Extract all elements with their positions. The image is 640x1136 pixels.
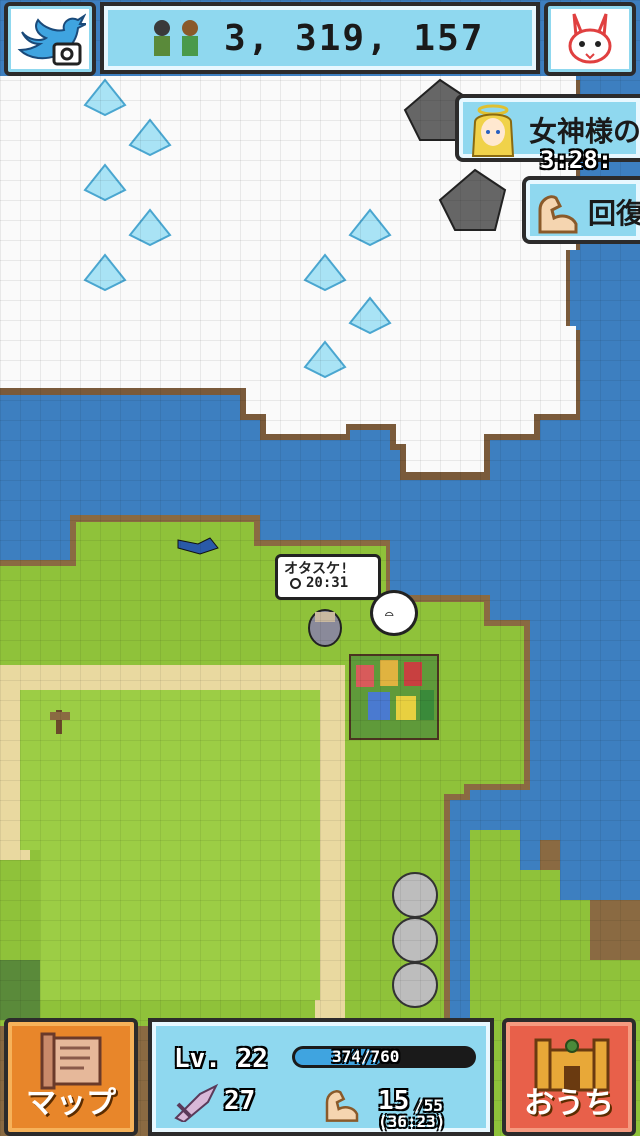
map-button-label: マップ — [26, 1086, 116, 1121]
camera-share-button[interactable] — [4, 2, 96, 76]
rabbit-face-icon — [568, 13, 612, 64]
recover-banner[interactable]: 回復 — [522, 176, 640, 244]
player-status-panel: Lv. 22 374/760 27 15 /55 (36:23) — [148, 1018, 494, 1136]
party-members-icon — [154, 20, 198, 56]
smile-face-icon: ⌓ — [385, 607, 394, 623]
map-button[interactable]: マップ — [4, 1018, 138, 1136]
stamina-arm-icon — [325, 1090, 359, 1122]
gold-counter-bar: 3, 319, 157 — [100, 2, 540, 74]
town-face-bubble[interactable]: ⌓ — [370, 590, 418, 636]
goddess-banner-label: 女神様の — [529, 115, 640, 148]
home-button[interactable]: おうち — [502, 1018, 636, 1136]
stamina-timer: (36:23) — [378, 1112, 446, 1131]
exp-text: 374/760 — [332, 1047, 400, 1066]
home-button-label: おうち — [524, 1086, 614, 1121]
twitter-camera-icon — [17, 13, 86, 66]
rabbit-menu-button[interactable] — [544, 2, 636, 76]
goddess-portrait-icon — [471, 104, 515, 157]
npc-bubble-timer: 20:31 — [306, 575, 349, 591]
level-label: Lv. 22 — [174, 1044, 268, 1074]
clock-icon — [290, 578, 301, 589]
gold-value: 3, 319, 157 — [224, 18, 485, 59]
attack-value: 27 — [224, 1086, 256, 1116]
flex-arm-icon — [538, 195, 578, 234]
npc-help-bubble[interactable]: オタスケ! 20:31 — [275, 554, 381, 600]
recover-banner-label: 回復 — [588, 197, 640, 230]
goddess-timer: 3:28: — [540, 146, 613, 174]
exp-bar: 374/760 — [292, 1046, 476, 1068]
sword-attack-icon — [174, 1083, 219, 1122]
